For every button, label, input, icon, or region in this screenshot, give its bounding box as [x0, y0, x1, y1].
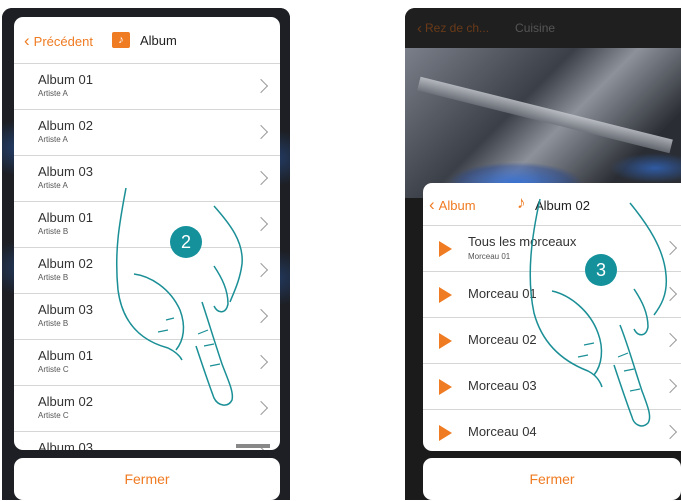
- back-label: Précédent: [33, 33, 93, 49]
- play-icon: [439, 287, 452, 303]
- phone-screen-left: ‹ Précédent ♪ Album Album 01 Artiste A Alb…: [2, 8, 290, 500]
- track-list-item[interactable]: Morceau 02: [423, 318, 681, 364]
- chevron-right-icon: [253, 400, 269, 416]
- artist-name: Artiste B: [38, 273, 69, 282]
- artist-name: Artiste A: [38, 135, 68, 144]
- close-button[interactable]: Fermer: [423, 458, 681, 500]
- track-list-item[interactable]: Morceau 04: [423, 410, 681, 451]
- chevron-right-icon: [662, 240, 678, 256]
- chevron-right-icon: [253, 124, 269, 140]
- room-name: Cuisine: [515, 21, 556, 35]
- album-list-item[interactable]: Album 01 Artiste A: [14, 64, 280, 110]
- album-title: Album 02: [38, 256, 93, 271]
- album-title: Album 03: [38, 440, 93, 450]
- music-note-icon: ♪: [517, 193, 526, 212]
- track-list-item[interactable]: Morceau 01: [423, 272, 681, 318]
- album-list-item[interactable]: Album 03 Artiste B: [14, 294, 280, 340]
- chevron-right-icon: [662, 286, 678, 302]
- play-icon: [439, 379, 452, 395]
- chevron-left-icon: ‹: [24, 31, 30, 50]
- track-list-panel: ‹ Album ♪ Album 02 Tous les morceaux Morc…: [423, 183, 681, 451]
- room-topbar: ‹ Rez de ch... Cuisine: [405, 8, 681, 48]
- artist-name: Artiste C: [38, 411, 69, 420]
- album-list: Album 01 Artiste A Album 02 Artiste A Album …: [14, 64, 280, 450]
- track-title: Morceau 03: [468, 378, 537, 393]
- chevron-right-icon: [253, 354, 269, 370]
- music-folder-icon: ♪: [112, 32, 130, 48]
- chevron-right-icon: [253, 216, 269, 232]
- chevron-right-icon: [662, 424, 678, 440]
- track-panel-header: ‹ Album ♪ Album 02: [423, 183, 681, 226]
- chevron-left-icon: ‹: [417, 19, 422, 37]
- artist-name: Artiste A: [38, 181, 68, 190]
- panel-title: Album 02: [535, 198, 590, 213]
- room-back-button[interactable]: ‹ Rez de ch...: [417, 20, 489, 37]
- album-list-item[interactable]: Album 01 Artiste B: [14, 202, 280, 248]
- album-title: Album 03: [38, 164, 93, 179]
- artist-name: Artiste C: [38, 365, 69, 374]
- room-background-image: [405, 48, 681, 198]
- artist-name: Artiste B: [38, 319, 69, 328]
- album-title: Album 01: [38, 348, 93, 363]
- track-list-item[interactable]: Morceau 03: [423, 364, 681, 410]
- close-button[interactable]: Fermer: [14, 458, 280, 500]
- artist-name: Artiste B: [38, 227, 69, 236]
- chevron-right-icon: [253, 262, 269, 278]
- album-list-item[interactable]: Album 01 Artiste C: [14, 340, 280, 386]
- play-icon: [439, 333, 452, 349]
- album-title: Album 02: [38, 394, 93, 409]
- scroll-indicator: [236, 444, 270, 448]
- album-list-item[interactable]: Album 02 Artiste C: [14, 386, 280, 432]
- step-badge: 3: [585, 254, 617, 286]
- chevron-right-icon: [253, 170, 269, 186]
- chevron-right-icon: [662, 378, 678, 394]
- track-subtitle: Morceau 01: [468, 252, 511, 261]
- chevron-right-icon: [662, 332, 678, 348]
- album-back-button[interactable]: ‹ Album: [429, 195, 476, 215]
- play-icon: [439, 241, 452, 257]
- back-button[interactable]: ‹ Précédent: [24, 31, 93, 51]
- panel-title: Album: [140, 33, 177, 48]
- album-list-panel: ‹ Précédent ♪ Album Album 01 Artiste A Alb…: [14, 17, 280, 450]
- phone-screen-right: ‹ Rez de ch... Cuisine ‹ Album ♪ Album 0…: [405, 8, 681, 500]
- stove-grate: [417, 76, 673, 154]
- room-back-label: Rez de ch...: [425, 21, 490, 35]
- play-icon: [439, 425, 452, 441]
- track-list: Tous les morceaux Morceau 01 Morceau 01 Mor…: [423, 226, 681, 451]
- chevron-right-icon: [253, 308, 269, 324]
- album-list-item[interactable]: Album 02 Artiste A: [14, 110, 280, 156]
- album-list-item[interactable]: Album 03 Artiste A: [14, 156, 280, 202]
- chevron-right-icon: [253, 78, 269, 94]
- album-title: Album 03: [38, 302, 93, 317]
- artist-name: Artiste A: [38, 89, 68, 98]
- track-title: Morceau 01: [468, 286, 537, 301]
- album-list-item[interactable]: Album 02 Artiste B: [14, 248, 280, 294]
- track-title: Tous les morceaux: [468, 234, 577, 249]
- track-list-item[interactable]: Tous les morceaux Morceau 01: [423, 226, 681, 272]
- album-panel-header: ‹ Précédent ♪ Album: [14, 17, 280, 64]
- album-back-label: Album: [438, 197, 476, 213]
- step-badge: 2: [170, 226, 202, 258]
- chevron-left-icon: ‹: [429, 195, 435, 214]
- album-title: Album 01: [38, 210, 93, 225]
- track-title: Morceau 02: [468, 332, 537, 347]
- album-title: Album 02: [38, 118, 93, 133]
- album-title: Album 01: [38, 72, 93, 87]
- track-title: Morceau 04: [468, 424, 537, 439]
